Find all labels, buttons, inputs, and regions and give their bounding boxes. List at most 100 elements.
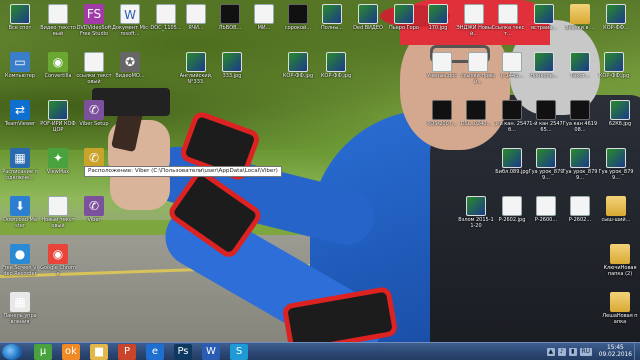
clock[interactable]: 15:45 09.02.2016: [599, 345, 632, 359]
desktop-icon[interactable]: Ссылка текст...: [490, 4, 526, 37]
desktop-icon[interactable]: КОР-ФФ...: [598, 4, 634, 31]
desktop-icon[interactable]: 1-й кан. 2547б...: [494, 100, 530, 133]
battery-icon[interactable]: ▮: [568, 348, 577, 356]
desktop-icon[interactable]: ссылки текстовый: [76, 52, 112, 85]
desktop-icon[interactable]: Учёные.doc: [424, 52, 460, 79]
taskbar-app-powerpoint[interactable]: P: [118, 344, 136, 360]
desktop-icon[interactable]: 170.jpg: [420, 4, 456, 31]
desktop-icon[interactable]: P-2602...: [562, 196, 598, 223]
desktop-icon-label: ЛЬВОВ...: [218, 25, 242, 31]
desktop-icon[interactable]: Все спот: [2, 4, 38, 31]
file-icon: [322, 4, 342, 24]
desktop-icon[interactable]: FS DVDVideoSoft Free Studio: [76, 4, 112, 37]
desktop-icon-label: Гуа урок_8799...: [562, 169, 598, 181]
desktop-icon[interactable]: P-2602.jpg: [494, 196, 530, 223]
desktop-icon[interactable]: Гуа урок_8799...: [562, 148, 598, 181]
desktop-icon[interactable]: МИ...: [246, 4, 282, 31]
desktop-icon[interactable]: 6 1445...: [494, 52, 530, 79]
file-icon: [502, 148, 522, 168]
desktop-icon[interactable]: DSC_0240...: [458, 100, 494, 127]
desktop-icon[interactable]: Ded ВИДЕО: [350, 4, 386, 31]
desktop-icon[interactable]: Значки в ...: [562, 4, 598, 31]
desktop-icon[interactable]: ЛешаНовая папка: [602, 292, 638, 325]
desktop-icon-label: Ссылка текст...: [491, 25, 525, 37]
language-indicator[interactable]: RU: [579, 348, 592, 356]
file-icon: [534, 52, 554, 72]
desktop-icon[interactable]: ссылки Новый...: [460, 52, 496, 85]
desktop-icon-label: P-2602.jpg: [498, 217, 526, 223]
desktop-icon[interactable]: Текст...: [562, 52, 598, 79]
file-icon: ✆: [84, 196, 104, 216]
desktop-icon-label: ссылки текстовый: [76, 73, 112, 85]
file-icon: [502, 196, 522, 216]
desktop-icon[interactable]: 62Кб.jpg: [602, 100, 638, 127]
desktop-icon[interactable]: P-2600...: [528, 196, 564, 223]
desktop-icon[interactable]: 1-й кан 254765...: [528, 100, 564, 133]
desktop-icon[interactable]: встраив...: [526, 4, 562, 31]
desktop-icon[interactable]: ⇄ TeamViewer: [2, 100, 38, 127]
desktop-icon[interactable]: Полны...: [314, 4, 350, 31]
desktop-icon[interactable]: ✆Viber: [76, 196, 112, 223]
taskbar-app-photoshop[interactable]: Ps: [174, 344, 192, 360]
desktop-icon-label: Компьютер: [5, 73, 35, 79]
desktop-icon[interactable]: ЭНДЖИ Новый...: [456, 4, 492, 37]
desktop-icon[interactable]: ▦ Расписание подключе...: [2, 148, 38, 181]
desktop-icon[interactable]: Английский, N°333.: [178, 52, 214, 85]
desktop-icon[interactable]: Гуа урок_8799...: [598, 148, 634, 181]
desktop-icon[interactable]: ▭ Компьютер: [2, 52, 38, 79]
taskbar-app-word[interactable]: W: [202, 344, 220, 360]
desktop-icon[interactable]: Взлом 2015-11-20: [458, 196, 494, 229]
desktop-icon[interactable]: Пьеро Горо: [386, 4, 422, 31]
clock-date: 09.02.2016: [598, 352, 632, 358]
desktop-icon[interactable]: W Документ Microsoft...: [112, 4, 148, 37]
desktop-icon[interactable]: сыш-ший...: [598, 196, 634, 223]
desktop-icon[interactable]: ЛЬВОВ...: [212, 4, 248, 31]
desktop-icon[interactable]: ▦ Панель управления: [2, 292, 38, 325]
desktop-icon[interactable]: КлючиНовая папка (2): [602, 244, 638, 277]
file-icon: [466, 100, 486, 120]
desktop-icon[interactable]: ЯЧИ...: [178, 4, 214, 31]
desktop-icon[interactable]: КОР-ФФ.jpg: [280, 52, 316, 79]
taskbar-app-internet-explorer[interactable]: e: [146, 344, 164, 360]
file-icon: [606, 196, 626, 216]
desktop-icon[interactable]: Гуа урок_8799...: [528, 148, 564, 181]
desktop-icon[interactable]: Видео текстовый: [40, 4, 76, 37]
network-icon[interactable]: ▲: [546, 348, 555, 356]
desktop-icon[interactable]: Библ.089.jpg: [494, 148, 530, 175]
desktop-icon[interactable]: ◉ Convertilla: [40, 52, 76, 79]
start-button[interactable]: [2, 344, 22, 360]
taskbar-app-skype[interactable]: S: [230, 344, 248, 360]
desktop-icon-label: КОР-ФФ.jpg: [320, 73, 352, 79]
file-icon: W: [120, 4, 140, 24]
desktop-icon[interactable]: ⬇ Download Master: [2, 196, 38, 229]
taskbar-app-explorer[interactable]: ▆: [90, 344, 108, 360]
desktop-icon[interactable]: ✆ Viber Setup: [76, 100, 112, 127]
desktop-icon-label: Google Chrome: [40, 265, 76, 277]
desktop-icon[interactable]: Новый текстовый: [40, 196, 76, 229]
file-icon: ⬇: [10, 196, 30, 216]
desktop-icon[interactable]: Нонкопе...: [526, 52, 562, 79]
taskbar-app-utorrent[interactable]: µ: [34, 344, 52, 360]
desktop-icon[interactable]: КОР-ФФ.jpg: [318, 52, 354, 79]
desktop-icon-label: КлючиНовая папка (2): [603, 265, 637, 277]
desktop-icon[interactable]: 333.jpg: [214, 52, 250, 79]
file-icon: [464, 4, 484, 24]
desktop-icon-label: Взлом 2015-11-20: [458, 217, 494, 229]
desktop-icon[interactable]: POF-ИРИ КОФ ЦОР: [40, 100, 76, 133]
show-desktop-button[interactable]: [634, 343, 640, 360]
desktop-icon[interactable]: Гуа кан 461908...: [562, 100, 598, 133]
desktop-icon[interactable]: ◉ Google Chrome: [40, 244, 76, 277]
desktop-icon[interactable]: ● Free Screen Video Recorder: [2, 244, 38, 277]
file-icon: [570, 4, 590, 24]
file-icon: ◉: [48, 244, 68, 264]
file-icon: [288, 52, 308, 72]
desktop-icon[interactable]: POS-2007...: [424, 100, 460, 127]
desktop-icon[interactable]: КОР-ФФ.jpg: [596, 52, 632, 79]
desktop-icon[interactable]: ✦ ViewMax: [40, 148, 76, 175]
desktop-icon[interactable]: сорокой...: [280, 4, 316, 31]
volume-icon[interactable]: ♪: [557, 348, 566, 356]
file-icon: [48, 196, 68, 216]
taskbar-app-odnoklassniki[interactable]: ok: [62, 344, 80, 360]
file-icon: [394, 4, 414, 24]
desktop-icon[interactable]: ✪ ВидеоМО...: [112, 52, 148, 79]
